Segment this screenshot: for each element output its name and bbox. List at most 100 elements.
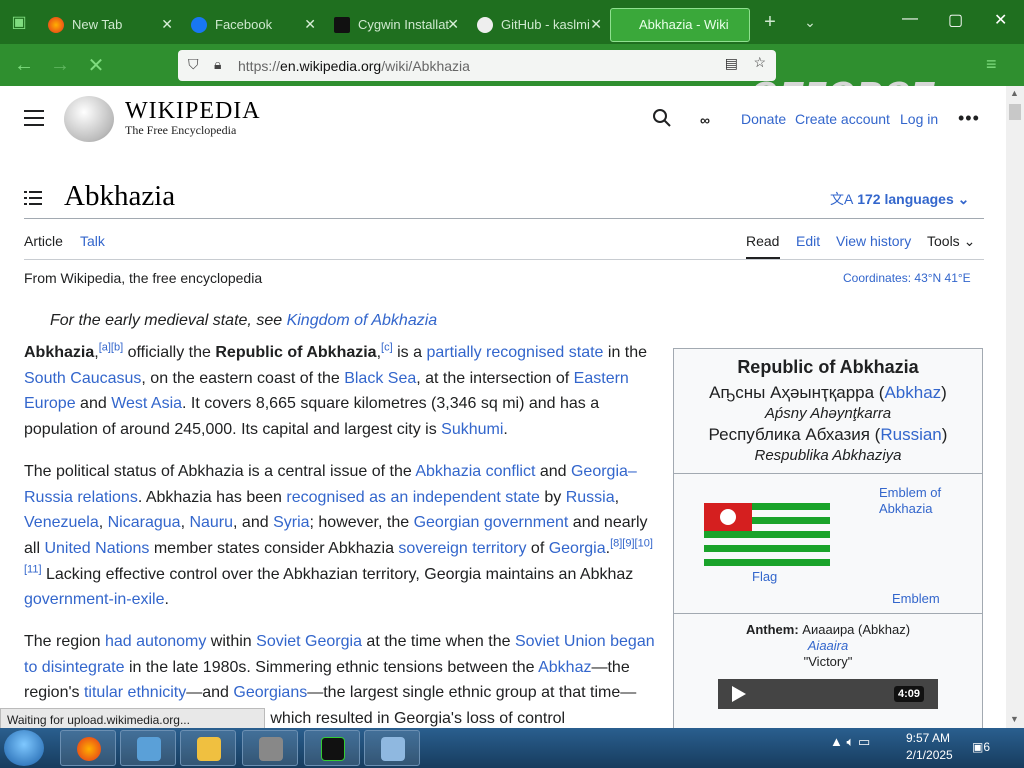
tab-new-tab[interactable]: New Tab ✕ [38,8,181,42]
scrollbar-thumb[interactable] [1009,104,1021,120]
anthem-translit-link[interactable]: Aiaaira [674,638,982,654]
login-link[interactable]: Log in [900,111,938,127]
tab-talk[interactable]: Talk [80,233,105,249]
hatnote-link[interactable]: Kingdom of Abkhazia [287,312,438,329]
new-tab-button[interactable]: + [750,11,790,34]
appearance-icon[interactable]: ∞ [700,112,710,128]
main-menu-icon[interactable] [24,110,44,126]
taskbar-window[interactable] [364,730,420,766]
notification-count[interactable]: ▣6 [972,740,990,754]
article-link[interactable]: Georgian government [414,514,569,531]
article-link[interactable]: West Asia [111,395,182,412]
page-scrollbar[interactable]: ▲ ▼ [1006,86,1024,728]
article-link[interactable]: Georgia [549,540,606,557]
native-name-text: ) [941,425,948,444]
taskbar-editor[interactable] [242,730,298,766]
article-link[interactable]: Venezuela [24,514,99,531]
article-link[interactable]: Nauru [189,514,233,531]
tab-facebook[interactable]: Facebook ✕ [181,8,324,42]
article-link[interactable]: partially recognised state [426,344,603,361]
tab-article[interactable]: Article [24,233,63,249]
lock-icon[interactable]: 🔒︎ [214,56,221,73]
tab-abkhazia[interactable]: Abkhazia - Wiki [610,7,750,42]
article-link[interactable]: Sukhumi [441,421,503,438]
wikipedia-globe-logo[interactable] [64,96,114,142]
article-link[interactable]: titular ethnicity [84,684,186,701]
article-link[interactable]: Georgians [233,684,307,701]
close-tab-icon[interactable]: ✕ [590,16,602,33]
hatnote: For the early medieval state, see Kingdo… [50,312,437,330]
scroll-up-icon[interactable]: ▲ [1010,88,1019,98]
back-icon[interactable]: ← [6,44,42,86]
shield-icon[interactable]: ⛉ [188,56,199,73]
article-link[interactable]: Nicaragua [108,514,181,531]
flag-caption[interactable]: Flag [752,569,777,584]
taskbar-cygwin[interactable] [304,730,360,766]
volume-icon[interactable]: 🔈︎ [847,734,855,749]
article-link[interactable]: recognised as an independent state [286,489,540,506]
tab-list-chevron-icon[interactable]: ⌄ [790,14,830,31]
emblem-caption[interactable]: Emblem [892,591,940,606]
tools-menu[interactable]: Tools ⌄ [927,233,975,250]
more-options-icon[interactable]: ••• [958,108,980,129]
network-icon[interactable]: ▭ [858,734,870,749]
footnote-ref[interactable]: [a][b] [99,342,123,354]
tab-overview-icon[interactable]: ▣ [0,0,38,44]
wikipedia-wordmark[interactable]: WIKIPEDIA [125,98,261,125]
article-link[interactable]: government-in-exile [24,591,165,608]
article-link[interactable]: United Nations [44,540,149,557]
close-tab-icon[interactable]: ✕ [447,16,459,33]
taskbar-firefox[interactable] [60,730,116,766]
flag-image[interactable] [704,503,830,567]
article-link[interactable]: Abkhazia conflict [415,463,535,480]
clock-date[interactable]: 2/1/2025 [906,748,953,762]
bookmark-star-icon[interactable]: ☆ [753,54,766,71]
coordinates[interactable]: Coordinates: 43°N 41°E [843,271,971,285]
start-button[interactable] [4,730,44,766]
page-title: Abkhazia [64,180,176,212]
language-selector[interactable]: 文A 172 languages ⌄ [830,189,969,209]
clock-time[interactable]: 9:57 AM [906,731,950,745]
chevron-down-icon: ⌄ [957,191,970,207]
article-link[interactable]: South Caucasus [24,370,141,387]
donate-link[interactable]: Donate [741,111,786,127]
stop-loading-icon[interactable]: ✕ [78,44,114,86]
system-tray[interactable]: ▲ 🔈︎ ▭ [830,734,870,750]
close-tab-icon[interactable]: ✕ [161,16,173,33]
tab-view-history[interactable]: View history [836,233,911,249]
footnote-ref[interactable]: [c] [381,342,393,354]
forward-icon[interactable]: → [42,44,78,86]
window-icon [381,737,405,761]
search-icon[interactable] [652,108,672,128]
tab-cygwin[interactable]: Cygwin Installat ✕ [324,8,467,42]
show-hidden-icons[interactable]: ▲ [830,734,843,749]
language-link[interactable]: Russian [880,425,941,444]
article-link[interactable]: sovereign territory [398,540,526,557]
close-window-icon[interactable]: ✕ [994,10,1007,30]
audio-duration: 4:09 [893,686,924,702]
article-link[interactable]: Russia [566,489,615,506]
create-account-link[interactable]: Create account [795,111,890,127]
article-link[interactable]: Black Sea [344,370,416,387]
maximize-icon[interactable]: ▢ [948,10,963,30]
app-menu-icon[interactable]: ≡ [986,54,997,75]
tab-edit[interactable]: Edit [796,233,820,249]
tab-github[interactable]: GitHub - kaslmi ✕ [467,8,610,42]
article-link[interactable]: Abkhaz [538,659,591,676]
emblem-image-link[interactable]: Emblem of Abkhazia [879,485,959,517]
minimize-icon[interactable]: — [902,10,918,28]
play-icon[interactable] [732,686,746,702]
scroll-down-icon[interactable]: ▼ [1010,714,1019,724]
reader-view-icon[interactable]: ▤ [725,55,738,72]
close-tab-icon[interactable]: ✕ [304,16,316,33]
language-link[interactable]: Abkhaz [884,383,941,402]
article-link[interactable]: Soviet Georgia [256,633,362,650]
article-link[interactable]: Syria [273,514,309,531]
table-of-contents-icon[interactable] [24,190,42,206]
url-input[interactable]: ⛉ 🔒︎ https://en.wikipedia.org/wiki/Abkha… [178,50,776,81]
tab-read[interactable]: Read [746,233,779,249]
article-link[interactable]: had autonomy [105,633,206,650]
taskbar-explorer[interactable] [180,730,236,766]
audio-player[interactable]: 4:09 [718,679,938,709]
taskbar-computer[interactable] [120,730,176,766]
